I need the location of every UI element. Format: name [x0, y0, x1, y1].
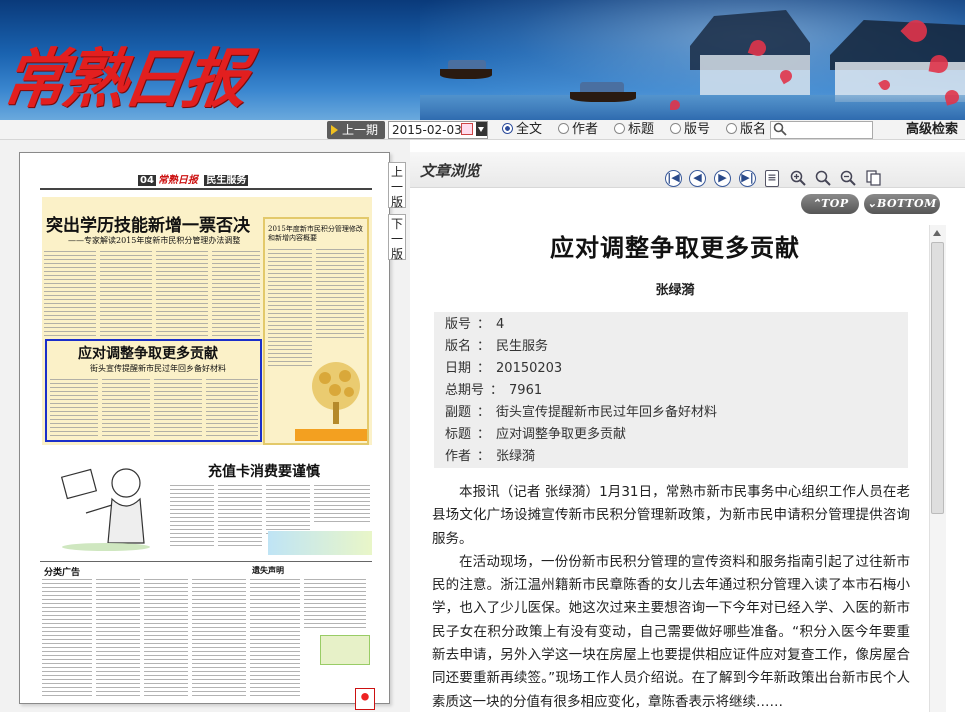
search-option-author[interactable]: 作者 [558, 122, 598, 138]
text-column [250, 579, 300, 697]
site-banner: 常熟日报 [0, 0, 965, 120]
radio-icon[interactable] [558, 123, 569, 134]
next-icon[interactable]: ▶ [714, 170, 731, 187]
sidebar-heading: 2015年度新市民积分管理修改和新增内容概要 [268, 225, 363, 242]
copy-icon[interactable] [866, 170, 882, 186]
radio-icon[interactable] [614, 123, 625, 134]
top-button[interactable]: ⌃TOP [801, 194, 859, 214]
text-column [50, 379, 98, 439]
date-input[interactable]: 2015-02-03 [388, 121, 488, 139]
rule [40, 561, 372, 562]
text-column [102, 379, 150, 439]
zoom-out-icon[interactable] [840, 170, 856, 186]
text-column [266, 485, 310, 535]
site-logo[interactable]: 常熟日报 [0, 28, 250, 120]
selected-article-headline: 应对调整争取更多贡献 [78, 346, 218, 362]
prev-issue-button[interactable]: 上一期 [327, 121, 385, 139]
article-meta-box: 版号： 4 版名：民生服务 日期： 20150203 总期号： 7961 副题：街头宣… [434, 312, 908, 468]
article-title: 应对调整争取更多贡献 [550, 233, 800, 262]
zoom-in-icon[interactable] [790, 170, 806, 186]
meta-row: 作者：张绿漪 [445, 449, 536, 464]
banner-house-wall [700, 55, 810, 95]
newspaper-page-image[interactable]: 04 常熟日报 民生服务 突出学历技能新增一票否决 ——专家解读2015年度新市民… [19, 152, 390, 704]
page-headline-2: 充值卡消费要谨慎 [208, 464, 320, 480]
prev-icon[interactable]: ◀ [689, 170, 706, 187]
text-column [218, 485, 262, 549]
next-page-tab[interactable]: 下一版 [388, 214, 406, 261]
text-column [42, 579, 92, 697]
scrollbar-thumb[interactable] [931, 242, 944, 514]
first-page-icon[interactable]: |◀ [665, 170, 682, 187]
text-column [44, 251, 96, 339]
meta-row: 版名：民生服务 [445, 339, 549, 354]
search-option-pageno[interactable]: 版号 [670, 122, 710, 138]
text-column [212, 251, 260, 339]
page-subheadline: ——专家解读2015年度新市民积分管理办法调整 [68, 236, 241, 245]
article-body: 本报讯（记者 张绿漪）1月31日，常熟市新市民事务中心组织工作人员在老县场文化广… [432, 481, 910, 714]
calendar-icon[interactable] [461, 123, 473, 135]
meta-row: 版号： 4 [445, 317, 505, 332]
text-column [100, 251, 152, 339]
text-column [192, 579, 246, 697]
page-masthead: 04 常熟日报 民生服务 [138, 175, 249, 186]
lost-notice-label: 遗失声明 [252, 566, 284, 575]
meta-row: 标题：应对调整争取更多贡献 [445, 427, 627, 442]
text-column [316, 249, 364, 339]
article-author: 张绿漪 [655, 283, 695, 298]
page-preview-panel: 04 常熟日报 民生服务 突出学历技能新增一票否决 ——专家解读2015年度新市民… [0, 140, 410, 712]
selected-article-subhead: 街头宣传提醒新市民过年回乡备好材料 [90, 364, 226, 373]
meta-row: 日期： 20150203 [445, 361, 563, 376]
scroll-nav-bar: ⌃TOP ⌄BOTTOM [410, 188, 965, 222]
article-paragraph: 本报讯（记者 张绿漪）1月31日，常熟市新市民事务中心组织工作人员在老县场文化广… [432, 484, 910, 547]
sidebar-footer-bar [295, 429, 367, 441]
radio-icon[interactable] [502, 123, 513, 134]
radio-icon[interactable] [670, 123, 681, 134]
cartoon-illustration [60, 468, 150, 551]
search-option-fulltext[interactable]: 全文 [502, 122, 542, 138]
meta-row: 总期号： 7961 [445, 383, 543, 398]
last-page-icon[interactable]: ▶| [739, 170, 756, 187]
ad-box [320, 635, 370, 665]
rule [40, 188, 372, 190]
text-column [206, 379, 258, 439]
text-column [268, 249, 312, 369]
search-icon[interactable] [773, 122, 787, 136]
radio-icon[interactable] [726, 123, 737, 134]
search-bar: 上一期 2015-02-03 全文 作者 标题 版号 版名 高级检索 [0, 120, 965, 140]
search-option-title[interactable]: 标题 [614, 122, 654, 138]
chevron-down-icon[interactable] [476, 122, 487, 136]
scroll-up-icon[interactable] [931, 227, 944, 239]
text-column [154, 379, 202, 439]
text-column [170, 485, 214, 549]
pdf-icon[interactable] [355, 688, 375, 710]
toolbar-title: 文章浏览 [420, 162, 481, 180]
text-column [144, 579, 188, 697]
text-column [96, 579, 140, 697]
text-column [304, 579, 366, 629]
text-column [314, 485, 370, 525]
boat [440, 69, 492, 79]
boat-canopy [580, 82, 624, 92]
ad-banner [268, 531, 372, 555]
bottom-button[interactable]: ⌄BOTTOM [864, 194, 940, 214]
article-paragraph: 在活动现场，一份份新市民积分管理的宣传资料和服务指南引起了过往新市民的注意。浙江… [432, 553, 910, 710]
advanced-search-link[interactable]: 高级检索 [906, 121, 958, 139]
search-icon[interactable] [815, 170, 831, 186]
search-option-pagename[interactable]: 版名 [726, 122, 766, 138]
text-column [156, 251, 208, 339]
document-icon[interactable]: ≡ [765, 170, 779, 187]
classified-label: 分类广告 [44, 568, 81, 578]
tree-illustration [312, 362, 360, 424]
blossom-petal [670, 100, 680, 110]
prev-page-tab[interactable]: 上一版 [388, 162, 406, 209]
boat [570, 92, 636, 102]
page-headline: 突出学历技能新增一票否决 [46, 216, 250, 236]
article-toolbar: 文章浏览 |◀ ◀ ▶ ▶| ≡ [410, 152, 965, 188]
article-panel: 文章浏览 |◀ ◀ ▶ ▶| ≡ ⌃TOP ⌄BOTTOM 应对调整争取更多贡献… [410, 140, 965, 712]
meta-row: 副题：街头宣传提醒新市民过年回乡备好材料 [445, 405, 718, 420]
banner-water [420, 95, 965, 120]
